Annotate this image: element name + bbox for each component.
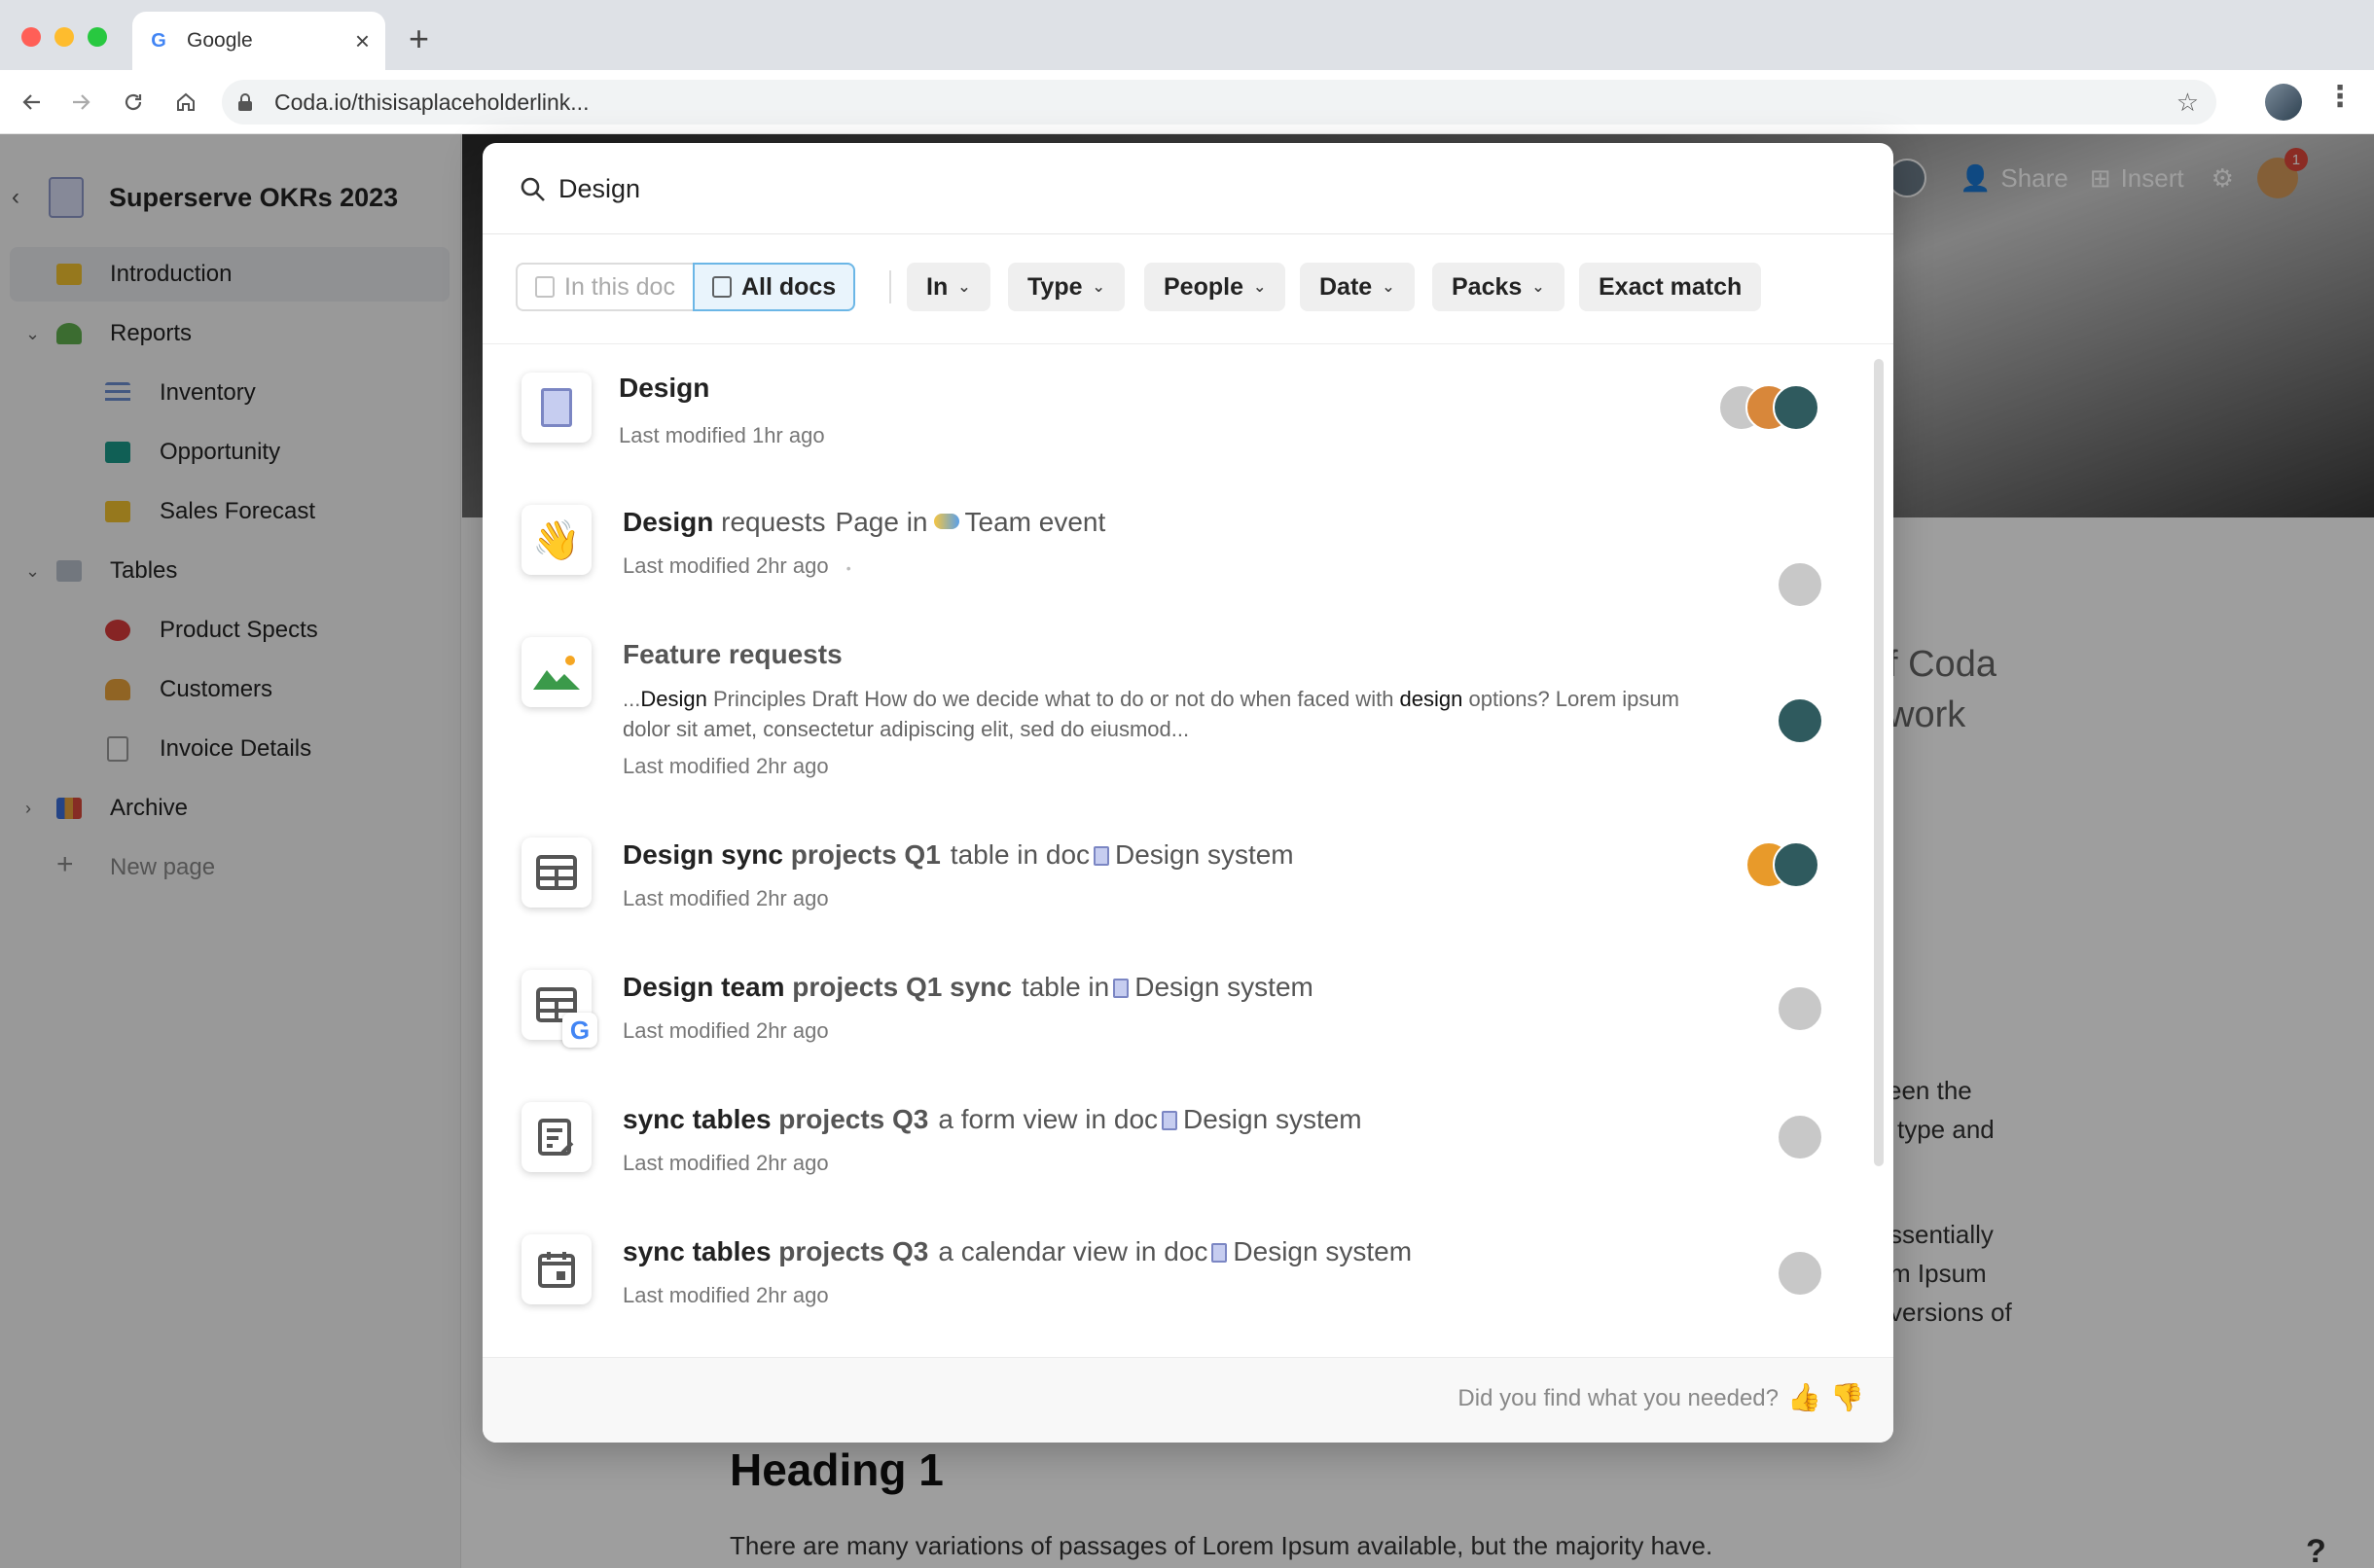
calendar-icon (522, 1234, 592, 1304)
browser-toolbar: Coda.io/thisisaplaceholderlink... ☆ ⋮ (0, 70, 2374, 134)
filter-bar: In this doc All docs In ⌄ Type ⌄ People ⌄ D… (483, 235, 1893, 344)
close-tab-icon[interactable]: × (355, 26, 370, 56)
chevron-down-icon: ⌄ (1531, 279, 1545, 296)
lock-icon (238, 93, 252, 111)
browser-menu-icon[interactable]: ⋮ (2325, 80, 2355, 114)
result-snippet: ...Design Principles Draft How do we dec… (623, 687, 1679, 741)
result-title: Feature requests (623, 639, 843, 669)
chevron-down-icon: ⌄ (1252, 279, 1267, 296)
address-bar[interactable]: Coda.io/thisisaplaceholderlink... ☆ (222, 80, 2216, 125)
collaborator-avatar (1773, 384, 1819, 431)
filter-label: Date (1319, 272, 1373, 301)
result-meta: Last modified 2hr ago (623, 1018, 829, 1043)
search-icon (521, 177, 545, 201)
filter-date[interactable]: Date ⌄ (1300, 263, 1415, 311)
forward-arrow-icon[interactable] (62, 84, 99, 121)
search-bar (483, 143, 1893, 234)
chevron-down-icon: ⌄ (1382, 279, 1395, 296)
filter-in[interactable]: In ⌄ (907, 263, 990, 311)
scope-label: In this doc (564, 272, 675, 301)
divider (889, 270, 891, 303)
zoom-window-button[interactable] (88, 27, 107, 47)
result-item[interactable]: G Design team projects Q1 sync table in De… (483, 960, 1864, 1087)
result-meta: Last modified 2hr ago (623, 754, 829, 778)
browser-tab-strip: G Google × + (0, 0, 2374, 70)
filter-type[interactable]: Type ⌄ (1008, 263, 1125, 311)
result-title: sync tables projects Q3 a form view in do… (623, 1104, 1362, 1134)
new-tab-icon[interactable]: + (409, 21, 429, 56)
minimize-window-button[interactable] (54, 27, 74, 47)
google-icon: G (151, 29, 166, 52)
result-item[interactable]: Design Last modified 1hr ago (483, 373, 1864, 499)
thumbs-down-icon[interactable]: 👎 (1830, 1381, 1864, 1413)
results-scrollbar[interactable] (1874, 359, 1884, 1166)
result-item[interactable]: Design sync projects Q1 table in doc Desig… (483, 828, 1864, 954)
tab-title: Google (187, 29, 253, 52)
scope-label: All docs (740, 272, 837, 301)
collaborator-avatar (1777, 1250, 1823, 1297)
waving-hand-icon: 👋 (522, 505, 592, 575)
filter-label: In (926, 272, 949, 301)
collaborator-avatar (1777, 985, 1823, 1032)
synced-table-icon: G (522, 970, 597, 1048)
scope-all-docs-button[interactable]: All docs (692, 263, 856, 311)
browser-profile-avatar[interactable] (2265, 84, 2302, 121)
result-title: Design sync projects Q1 table in doc Desig… (623, 839, 1294, 870)
close-window-button[interactable] (21, 27, 41, 47)
filter-packs[interactable]: Packs ⌄ (1432, 263, 1565, 311)
image-icon (522, 637, 592, 707)
chevron-down-icon: ⌄ (1092, 279, 1105, 296)
collaborator-avatar (1773, 841, 1819, 888)
collaborator-avatar (1777, 697, 1823, 744)
result-meta: Last modified 2hr ago (623, 1283, 829, 1307)
result-item[interactable]: 👋 Design requests Page in Team event Last … (483, 495, 1864, 622)
doc-icon (1162, 1111, 1178, 1130)
scope-toggle: In this doc All docs (516, 263, 856, 311)
result-title: Design requests Page in Team event (623, 507, 1106, 537)
filter-label: Packs (1452, 272, 1523, 301)
form-icon (522, 1102, 592, 1172)
back-arrow-icon[interactable] (14, 84, 51, 121)
google-icon: G (562, 1013, 597, 1048)
search-input[interactable] (558, 164, 1823, 213)
result-title: Design team projects Q1 sync table in Desi… (623, 972, 1313, 1002)
docs-search-icon (711, 276, 732, 298)
feedback-question: Did you find what you needed? (1457, 1385, 1779, 1411)
result-item[interactable]: Feature requests ...Design Principles Dr… (483, 627, 1864, 793)
filter-label: Type (1027, 272, 1083, 301)
result-meta: Last modified 2hr ago (623, 1151, 829, 1175)
bookmark-star-icon[interactable]: ☆ (2176, 88, 2199, 118)
team-event-icon (933, 514, 959, 529)
reload-icon[interactable] (115, 84, 152, 121)
collaborator-avatar (1777, 1114, 1823, 1160)
filter-people[interactable]: People ⌄ (1144, 263, 1286, 311)
result-item[interactable]: sync tables projects Q3 a calendar view i… (483, 1225, 1864, 1351)
doc-icon (1094, 846, 1110, 866)
doc-icon (1211, 1243, 1228, 1263)
result-title: sync tables projects Q3 a calendar view i… (623, 1236, 1413, 1266)
doc-icon (522, 373, 592, 443)
filter-label: Exact match (1599, 272, 1743, 301)
feedback-footer: Did you find what you needed? 👍 👎 (483, 1357, 1893, 1443)
search-modal: In this doc All docs In ⌄ Type ⌄ People ⌄ D… (483, 143, 1893, 1443)
doc-icon (1113, 979, 1130, 998)
filter-label: People (1164, 272, 1243, 301)
url-text: Coda.io/thisisaplaceholderlink... (274, 89, 590, 115)
doc-search-icon (535, 276, 555, 298)
home-icon[interactable] (167, 84, 204, 121)
result-meta: Last modified 1hr ago (619, 423, 825, 447)
table-icon (522, 837, 592, 908)
result-item[interactable]: sync tables projects Q3 a form view in do… (483, 1092, 1864, 1219)
result-meta: Last modified 2hr ago • (623, 553, 851, 578)
result-title: Design (619, 373, 710, 403)
browser-tab[interactable]: G Google × (132, 12, 385, 70)
results-list: Design Last modified 1hr ago 👋 Design re… (483, 345, 1893, 1357)
collaborator-avatar (1777, 561, 1823, 608)
result-meta: Last modified 2hr ago (623, 886, 829, 910)
thumbs-up-icon[interactable]: 👍 (1787, 1381, 1821, 1413)
exact-match-toggle[interactable]: Exact match (1579, 263, 1762, 311)
scope-this-doc-button[interactable]: In this doc (516, 263, 693, 311)
chevron-down-icon: ⌄ (957, 279, 971, 296)
